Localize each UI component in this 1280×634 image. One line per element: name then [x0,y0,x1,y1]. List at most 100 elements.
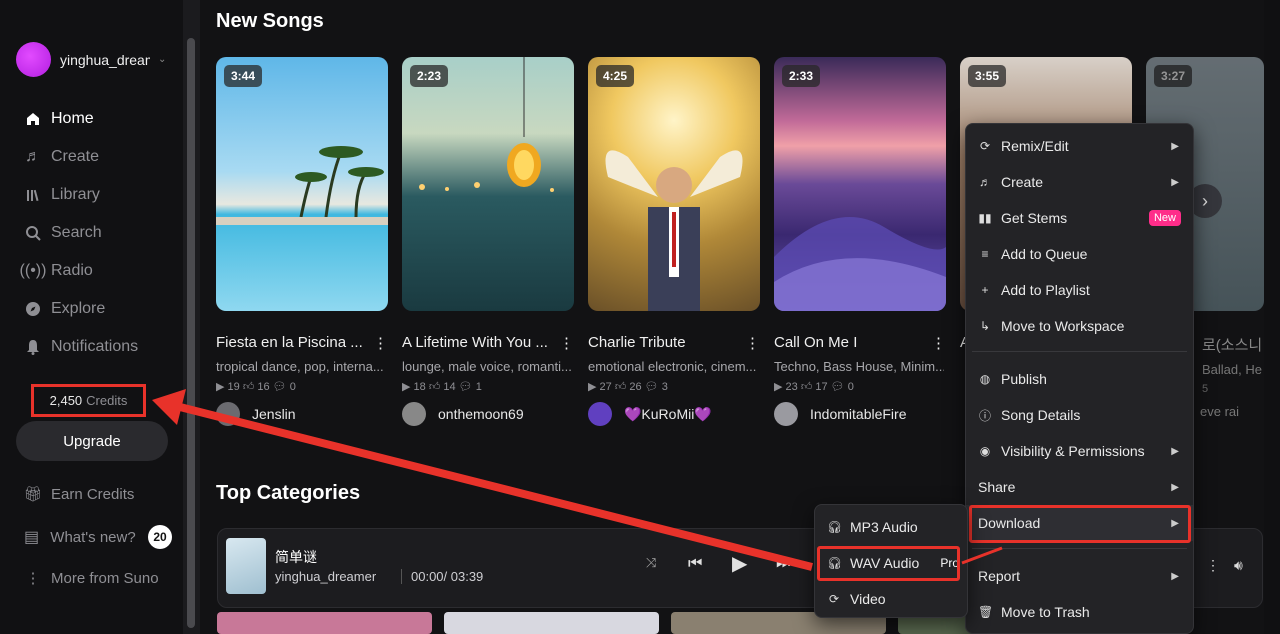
menu-item-publish[interactable]: ◍ Publish [966,361,1193,397]
credits-display[interactable]: 2,450 Credits [31,384,146,417]
menu-item-song-details[interactable]: ⓘ Song Details [966,397,1193,433]
song-genre: emotional electronic, cinem... [588,359,757,374]
song-genre: lounge, male voice, romanti... [402,359,572,374]
sidebar-item-search[interactable]: Search [24,214,138,252]
menu-item-move-to-trash[interactable]: 🗑︎ Move to Trash [966,594,1193,630]
author-name[interactable]: Jenslin [252,406,296,422]
author-name[interactable]: onthemoon69 [438,406,524,422]
menu-item-add-to-playlist[interactable]: + Add to Playlist [966,272,1193,308]
more-vertical-icon[interactable]: ⋮ [1206,557,1220,574]
player-cover[interactable] [226,538,266,594]
song-author[interactable]: Jenslin [216,402,388,426]
whats-new-label: What's new? [50,528,136,546]
play-icon[interactable]: ▶ [732,551,747,576]
whats-new-link[interactable]: ▤ What's new? 20 [24,514,172,560]
category-card[interactable] [217,612,432,634]
earn-credits-link[interactable]: 🎁︎ Earn Credits [23,476,172,512]
menu-item-report[interactable]: Report ▶ [966,558,1193,594]
remix-icon: ⟳ [979,139,991,153]
song-author[interactable]: 💜KuRoMii💜 [588,402,760,426]
plays-count: 5 [1202,383,1209,395]
menu-item-visibility-permissions[interactable]: ◉ Visibility & Permissions ▶ [966,433,1193,469]
menu-item-add-to-queue[interactable]: ≡ Add to Queue [966,236,1193,272]
duration-badge: 4:25 [596,65,635,87]
song-title[interactable]: Charlie Tribute [588,334,738,352]
sidebar-item-explore[interactable]: Explore [24,290,138,328]
song-title[interactable]: Fiesta en la Piscina ... [216,334,366,352]
author-name[interactable]: eve rai [1200,404,1239,419]
song-card[interactable]: 4:25 Charlie Tribute ⋮ emotional electron… [588,57,760,426]
sidebar-item-create[interactable]: ♬ Create [24,138,138,176]
song-cover[interactable]: 3:44 [216,57,388,311]
song-cover[interactable]: 4:25 [588,57,760,311]
song-card[interactable]: 2:23 A Lifetime With You ... ⋮ lounge, ma… [402,57,574,426]
menu-item-share[interactable]: Share ▶ [966,469,1193,505]
author-name[interactable]: IndomitableFire [810,406,907,422]
previous-icon[interactable]: ⏮ [688,555,702,573]
trash-icon: 🗑︎ [978,605,994,619]
user-menu[interactable]: yinghua_dreamer ⌄ [16,42,166,77]
menu-item-video[interactable]: ⟳ Video [815,581,967,617]
menu-item-create[interactable]: ♬ Create ▶ [966,164,1193,200]
section-title-new-songs: New Songs [216,10,324,32]
sidebar-item-home[interactable]: Home [24,100,138,138]
credits-value: 2,450 [49,393,83,408]
radio-icon: ((•)) [19,262,47,279]
song-author[interactable]: onthemoon69 [402,402,574,426]
menu-item-move-to-workspace[interactable]: ↳ Move to Workspace [966,308,1193,344]
song-title[interactable]: Call On Me I [774,334,924,352]
song-card[interactable]: 3:44 Fiesta en la Piscina ... ⋮ tropical … [216,57,388,426]
likes-count: 26 [629,381,642,393]
likes-count: 17 [815,381,828,393]
song-title[interactable]: A Lifetime With You ... [402,334,552,352]
download-highlight [969,505,1191,543]
upgrade-button[interactable]: Upgrade [16,421,168,461]
menu-item-label: Video [850,591,886,607]
comments-count: 1 [475,381,482,393]
song-card[interactable]: 2:33 Call On Me I ⋮ Techno, Bass House, M… [774,57,946,426]
chevron-down-icon[interactable]: ⌄ [158,54,166,65]
scrollbar-thumb[interactable] [187,38,195,628]
chevron-right-icon: ▶ [1171,176,1179,188]
sidebar-item-label: Explore [51,300,106,317]
author-name[interactable]: 💜KuRoMii💜 [624,406,712,423]
chevron-right-icon: › [1202,190,1208,211]
sidebar-item-library[interactable]: Library [24,176,138,214]
menu-item-label: Song Details [1001,407,1081,423]
menu-item-remix-edit[interactable]: ⟳ Remix/Edit ▶ [966,128,1193,164]
menu-divider [972,351,1187,352]
player-title[interactable]: 简单谜 [275,547,317,567]
volume-icon[interactable]: 🔊︎ [1234,557,1243,574]
menu-item-label: Move to Workspace [1001,318,1125,334]
song-cover[interactable]: 2:23 [402,57,574,311]
section-title-top-categories: Top Categories [216,482,361,504]
menu-item-label: MP3 Audio [850,519,918,535]
avatar[interactable] [16,42,51,77]
next-icon[interactable]: ⏭ [776,555,790,573]
plays-count: 19 [227,381,240,393]
duration-badge: 3:44 [224,65,263,87]
sidebar-item-radio[interactable]: ((•)) Radio [19,252,138,290]
menu-item-label: Publish [1001,371,1047,387]
sidebar-item-label: Search [51,224,102,241]
menu-item-mp3-audio[interactable]: 🎧︎ MP3 Audio [815,509,967,545]
document-icon: ▤ [24,529,40,546]
shuffle-icon[interactable]: ⤨ [646,555,656,571]
song-author[interactable]: IndomitableFire [774,402,946,426]
more-vertical-icon[interactable]: ⋮ [559,334,574,352]
menu-item-get-stems[interactable]: ▮▮ Get Stems New [966,200,1193,236]
song-cover[interactable]: 2:33 [774,57,946,311]
sidebar-item-notifications[interactable]: Notifications [24,328,138,366]
chevron-right-icon: ▶ [1171,570,1179,582]
more-from-suno-link[interactable]: ⋮ More from Suno [24,560,172,596]
sidebar-scrollbar[interactable] [183,0,200,634]
credits-label: Credits [86,393,128,408]
player-user[interactable]: yinghua_dreamer [275,569,376,584]
song-title[interactable]: 로(소스니 [1202,334,1264,355]
more-vertical-icon[interactable]: ⋮ [931,334,946,352]
more-vertical-icon[interactable]: ⋮ [373,334,388,352]
song-stats: ▶ 18 👍︎ 14 💬︎ 1 [402,381,482,393]
plays-count: 27 [599,381,612,393]
more-vertical-icon[interactable]: ⋮ [745,334,760,352]
category-card[interactable] [444,612,659,634]
